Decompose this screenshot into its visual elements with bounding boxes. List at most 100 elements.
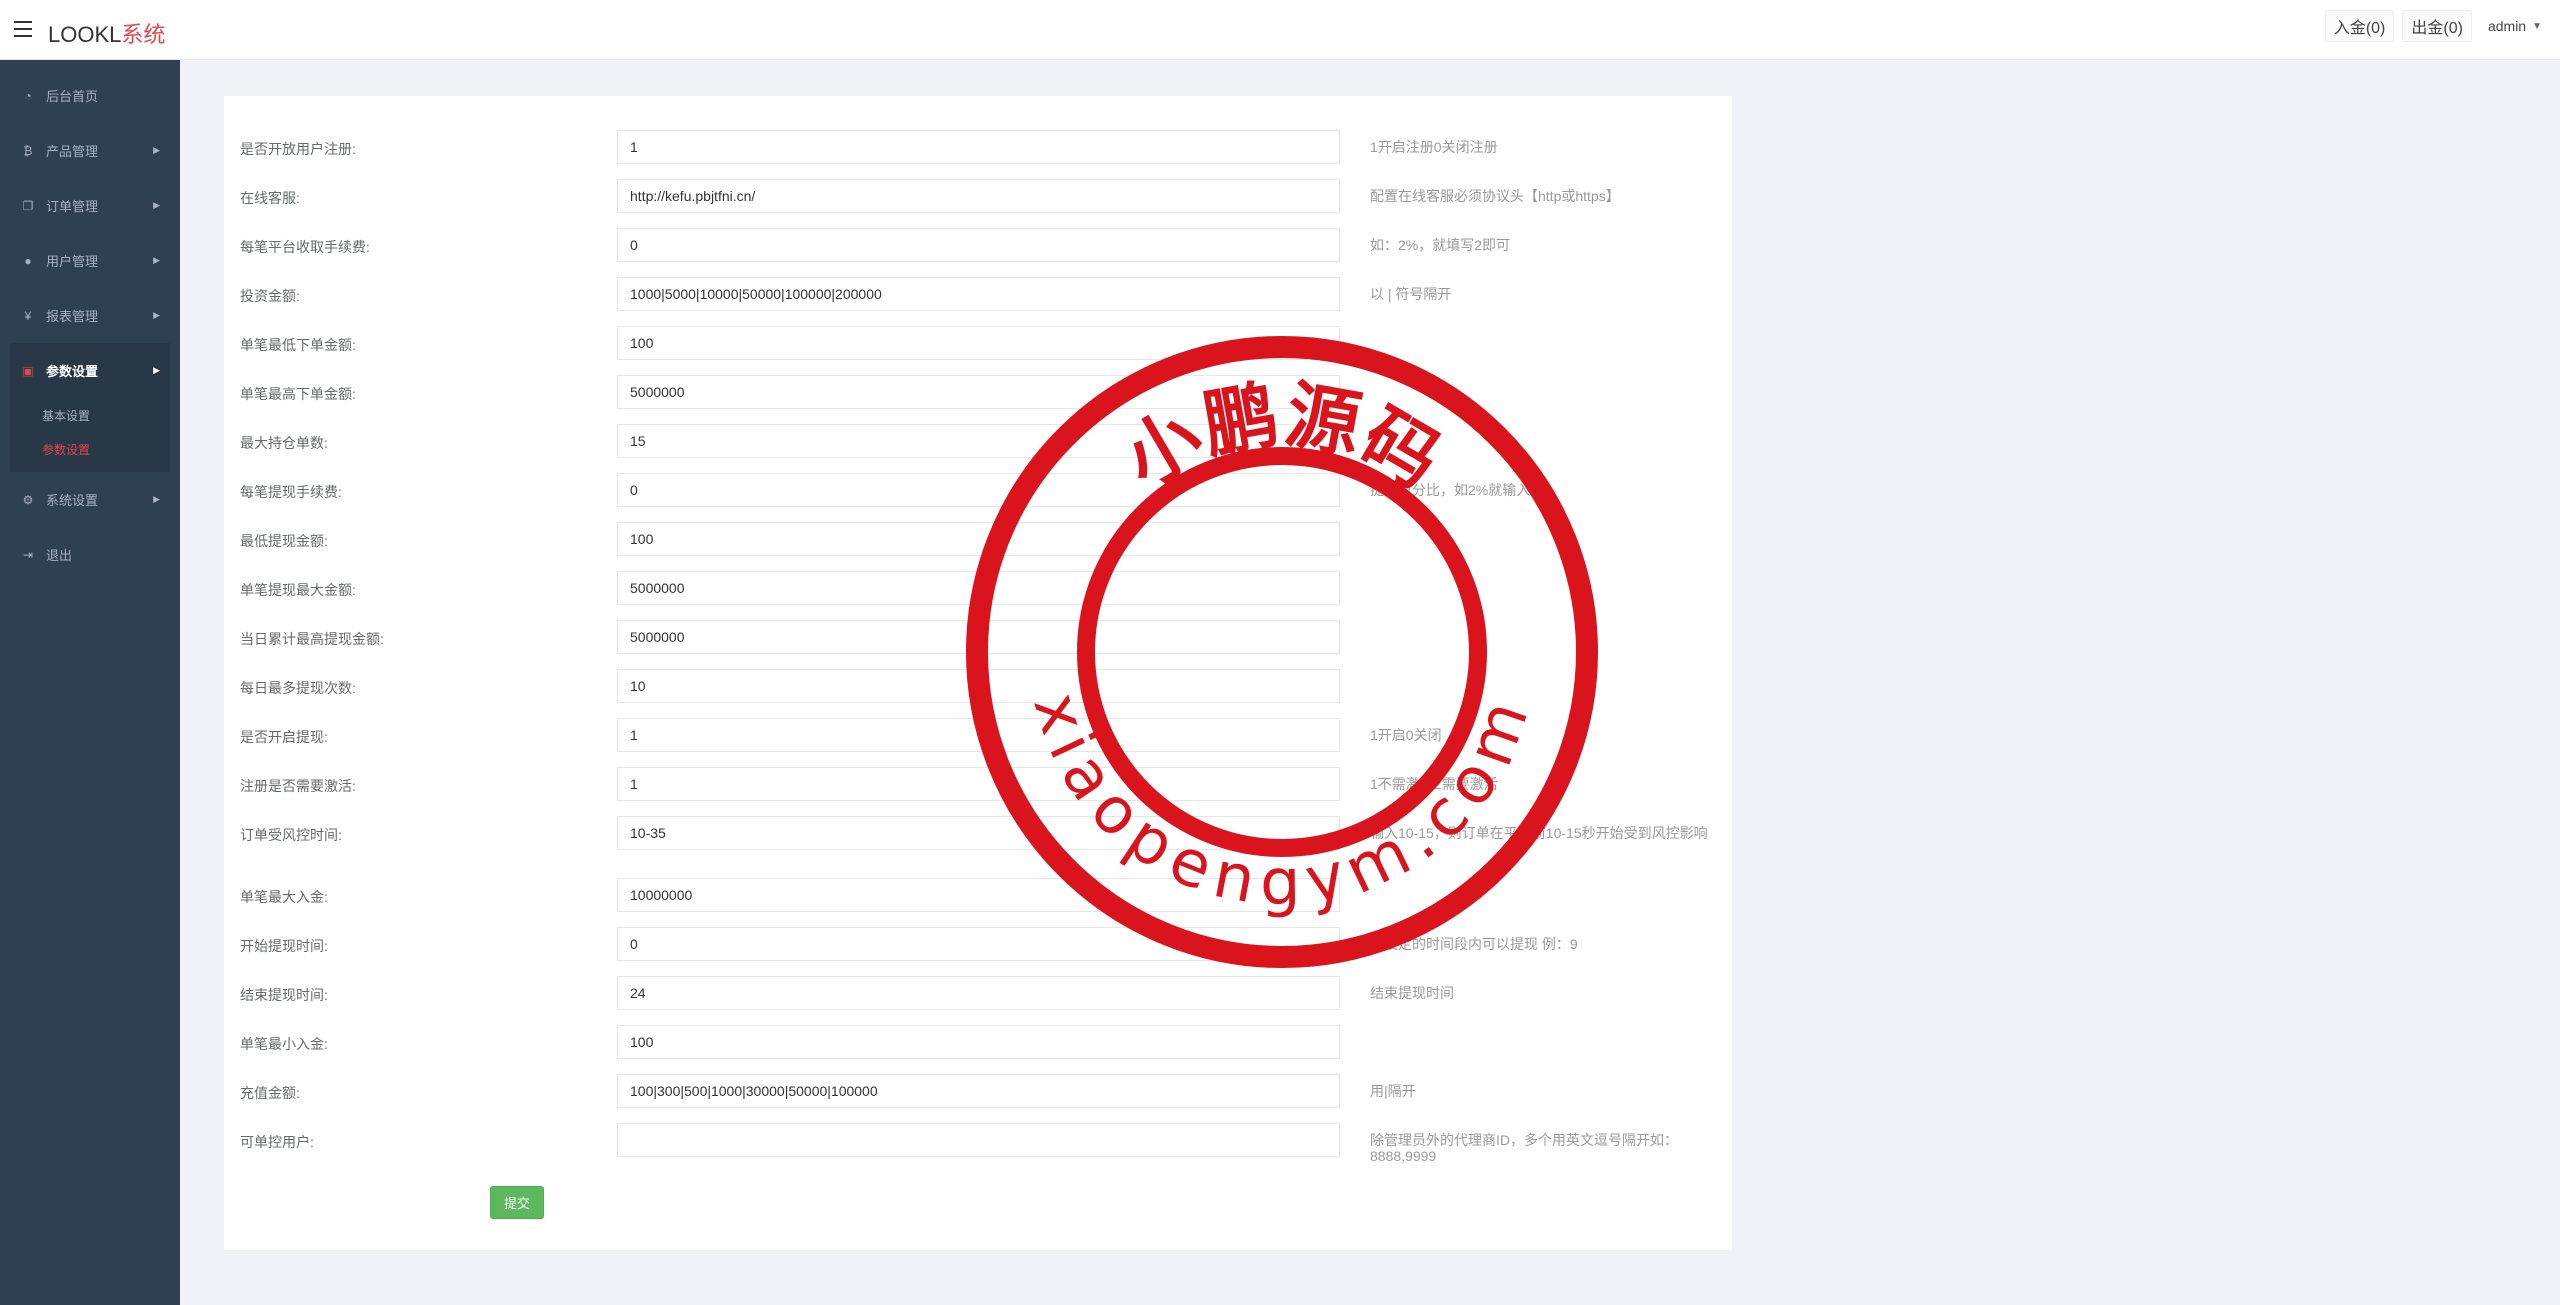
field-input[interactable]: [617, 571, 1340, 605]
sidebar-item-label: 报表管理: [46, 309, 99, 324]
field-label: 最低提现金额:: [240, 533, 328, 549]
field-hint: 结束提现时间: [1370, 985, 1454, 1001]
sidebar-subitem-1[interactable]: 参数设置: [10, 432, 170, 466]
caret-down-icon: ▼: [2532, 20, 2542, 32]
field-label: 每日最多提现次数:: [240, 680, 356, 696]
caret-right-icon: ▶: [153, 200, 160, 210]
menu-toggle-icon[interactable]: [14, 21, 32, 37]
field-hint: 输入10-15，则订单在平仓前10-15秒开始受到风控影响: [1370, 825, 1708, 841]
sidebar-item-4[interactable]: ¥ 报表管理 ▶: [0, 288, 180, 343]
caret-right-icon: ▶: [153, 255, 160, 265]
withdraw-button[interactable]: 出金(0): [2402, 10, 2472, 42]
bitcoin-icon: ₿: [23, 143, 33, 158]
sidebar-subitem-0[interactable]: 基本设置: [10, 398, 170, 432]
field-label: 单笔最小入金:: [240, 1036, 328, 1052]
files-icon: ▣: [22, 363, 34, 378]
sidebar-item-label: 订单管理: [46, 199, 99, 214]
sidebar-item-label: 系统设置: [46, 493, 99, 508]
field-label: 是否开放用户注册:: [240, 141, 356, 157]
field-label: 单笔提现最大金额:: [240, 582, 356, 598]
field-input[interactable]: [617, 473, 1340, 507]
field-label: 每笔平台收取手续费:: [240, 239, 370, 255]
field-input[interactable]: [617, 927, 1340, 961]
caret-right-icon: ▶: [153, 494, 160, 504]
user-menu[interactable]: admin ▼: [2480, 10, 2550, 42]
field-input[interactable]: [617, 1123, 1340, 1157]
field-input[interactable]: [617, 878, 1340, 912]
field-label: 是否开启提现:: [240, 729, 328, 745]
field-hint: 以 | 符号隔开: [1370, 286, 1452, 302]
field-input[interactable]: [617, 767, 1340, 801]
dashboard-icon: ◔: [24, 88, 32, 103]
yen-icon: ¥: [24, 308, 32, 323]
field-label: 每笔提现手续费:: [240, 484, 342, 500]
field-label: 结束提现时间:: [240, 987, 328, 1003]
user-name: admin: [2487, 18, 2527, 34]
field-hint: 用|隔开: [1370, 1083, 1416, 1099]
field-hint: 1开启注册0关闭注册: [1370, 139, 1498, 155]
field-label: 单笔最低下单金额:: [240, 337, 356, 353]
field-hint: 提现百分比，如2%就输入2: [1370, 482, 1539, 498]
caret-right-icon: ▶: [153, 365, 160, 375]
field-label: 注册是否需要激活:: [240, 778, 356, 794]
app-logo: LOOKL系统: [48, 17, 165, 49]
logo-accent: 系统: [121, 22, 166, 47]
field-hint: 如：2%，就填写2即可: [1370, 237, 1511, 253]
sidebar-active-group: ▣ 参数设置 ▶ 基本设置 参数设置: [10, 343, 170, 472]
field-input[interactable]: [617, 976, 1340, 1010]
field-input[interactable]: [617, 669, 1340, 703]
sidebar-item-0[interactable]: ◔ 后台首页: [0, 68, 180, 123]
field-label: 在线客服:: [240, 190, 300, 206]
submit-button[interactable]: 提交: [490, 1186, 544, 1219]
sidebar-item-label: 后台首页: [46, 89, 99, 104]
sidebar-item-3[interactable]: ● 用户管理 ▶: [0, 233, 180, 288]
sidebar-item-6[interactable]: ⚙ 系统设置 ▶: [0, 472, 180, 527]
field-label: 最大持仓单数:: [240, 435, 328, 451]
field-input[interactable]: [617, 130, 1340, 164]
sidebar-item-label: 退出: [46, 548, 73, 563]
deposit-button[interactable]: 入金(0): [2324, 10, 2395, 42]
field-hint: 配置在线客服必须协议头【http或https】: [1370, 188, 1620, 204]
field-input[interactable]: [617, 816, 1340, 850]
header-actions: 入金(0) 出金(0) admin ▼: [2324, 10, 2550, 42]
field-hint: 1不需激活2需要激活: [1370, 776, 1498, 792]
field-label: 当日累计最高提现金额:: [240, 631, 384, 647]
sign-out-icon: ⇥: [22, 547, 34, 562]
sidebar-item-label: 用户管理: [46, 254, 99, 269]
sidebar-item-2[interactable]: ❐ 订单管理 ▶: [0, 178, 180, 233]
copy-icon: ❐: [22, 198, 34, 213]
sidebar-item-label: 产品管理: [46, 144, 99, 159]
field-input[interactable]: [617, 424, 1340, 458]
sidebar-item-1[interactable]: ₿ 产品管理 ▶: [0, 123, 180, 178]
field-input[interactable]: [617, 277, 1340, 311]
user-icon: ●: [24, 253, 32, 268]
field-label: 单笔最高下单金额:: [240, 386, 356, 402]
field-input[interactable]: [617, 1025, 1340, 1059]
sidebar-item-5[interactable]: ▣ 参数设置 ▶: [10, 343, 170, 398]
field-hint: 除管理员外的代理商ID，多个用英文逗号隔开如：8888,9999: [1370, 1132, 1678, 1164]
field-input[interactable]: [617, 620, 1340, 654]
field-label: 投资金额:: [240, 288, 300, 304]
sidebar-item-label: 参数设置: [46, 364, 99, 379]
field-input[interactable]: [617, 1074, 1340, 1108]
field-hint: 在设定的时间段内可以提现 例：9: [1370, 936, 1578, 952]
field-input[interactable]: [617, 718, 1340, 752]
field-label: 充值金额:: [240, 1085, 300, 1101]
logo-main: LOOKL: [48, 22, 122, 47]
settings-form-panel: 提交 是否开放用户注册: 1开启注册0关闭注册在线客服: 配置在线客服必须协议头【h…: [224, 96, 1732, 1250]
top-navbar: LOOKL系统 入金(0) 出金(0) admin ▼: [0, 0, 2560, 60]
field-label: 开始提现时间:: [240, 938, 328, 954]
field-input[interactable]: [617, 326, 1340, 360]
gears-icon: ⚙: [22, 492, 34, 507]
sidebar: ◔ 后台首页 ₿ 产品管理 ▶ ❐ 订单管理 ▶ ● 用户管理 ▶ ¥ 报表管理 ▶ ▣ 参数设置 ▶ 基本设置参…: [0, 60, 180, 1305]
caret-right-icon: ▶: [153, 145, 160, 155]
caret-right-icon: ▶: [153, 310, 160, 320]
field-input[interactable]: [617, 375, 1340, 409]
field-label: 可单控用户:: [240, 1134, 314, 1150]
sidebar-item-7[interactable]: ⇥ 退出: [0, 527, 180, 582]
field-label: 单笔最大入金:: [240, 889, 328, 905]
field-input[interactable]: [617, 179, 1340, 213]
field-input[interactable]: [617, 522, 1340, 556]
field-input[interactable]: [617, 228, 1340, 262]
field-label: 订单受风控时间:: [240, 827, 342, 843]
